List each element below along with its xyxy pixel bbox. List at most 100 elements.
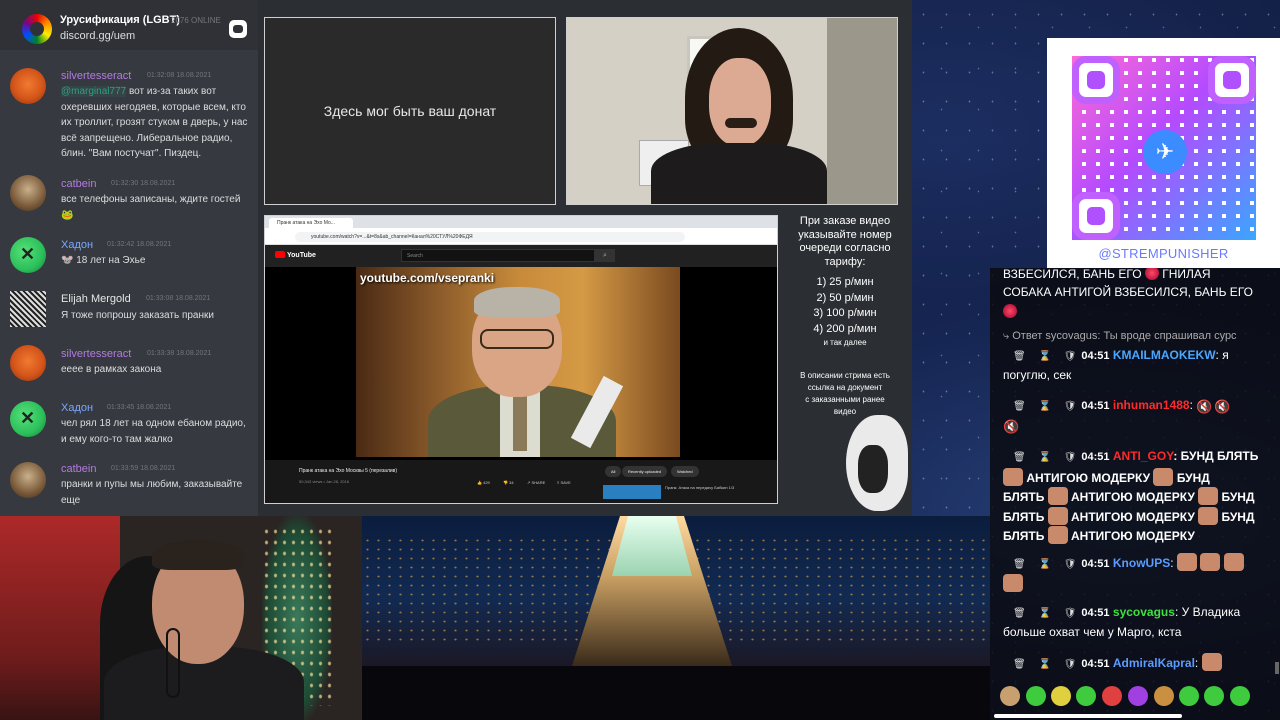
server-name: Урусификация (LGBT) (60, 14, 180, 26)
emote-icon[interactable] (1179, 686, 1199, 706)
face-emote-icon (1198, 487, 1219, 506)
frog-emoji-icon: 🐸 (61, 209, 74, 221)
invite-link[interactable]: discord.gg/uem (60, 30, 135, 42)
video-watermark: youtube.com/vsepranki (360, 271, 495, 285)
message-text: @marginal777 вот из-за таких вот охеревш… (61, 86, 248, 159)
pricing-header-line: При заказе видео (799, 215, 891, 227)
address-bar: youtube.com/watch?v=...&t=8s&ab_channel=… (265, 228, 777, 245)
dislike-button[interactable]: 👎 34 (503, 480, 514, 485)
message-author: silvertesseract (61, 70, 132, 82)
avatar (10, 401, 46, 437)
mod-badges-icon[interactable]: 🗑 ⌛ 🛡 (1013, 449, 1081, 468)
chat-username[interactable]: ANTI_GOY (1113, 449, 1173, 463)
chat-message: 🗑 ⌛ 🛡04:51 ANTI_GOY: БУНД БЛЯТЬ АНТИГОЮ … (1003, 449, 1259, 545)
mute-emote-icon: 🔇 (1214, 399, 1231, 414)
chat-message: 🗑 ⌛ 🛡04:51 sycovagus: У Владика больше о… (1003, 604, 1241, 639)
video-info-bar: Пранк атака на Эхо Москвы 5 (перезалив) … (265, 460, 777, 503)
avatar (10, 291, 46, 327)
video-player[interactable]: youtube.com/vsepranki (265, 267, 777, 460)
next-video-thumbnail[interactable] (603, 485, 661, 499)
mod-badges-icon[interactable]: 🗑 ⌛ 🛡 (1013, 604, 1081, 623)
guest-webcam (566, 17, 898, 205)
emote-icon[interactable] (1154, 686, 1174, 706)
chat-message: 🗑 ⌛ 🛡04:51 inhuman1488: 🔇 🔇 🔇 (1003, 397, 1231, 434)
man-glasses (480, 329, 554, 349)
avatar (10, 237, 46, 273)
chat-input[interactable] (994, 714, 1182, 718)
video-frame: youtube.com/vsepranki (356, 267, 680, 457)
message-text: все телефоны записаны, ждите гостей 🐸 (61, 194, 241, 221)
chip-recently-uploaded[interactable]: Recently uploaded (622, 466, 668, 477)
mod-badges-icon[interactable]: 🗑 ⌛ 🛡 (1013, 655, 1081, 674)
door (827, 18, 897, 204)
emote-icon[interactable] (1000, 686, 1020, 706)
chat-username[interactable]: AdmiralKapral (1113, 656, 1195, 670)
chat-line (1003, 303, 1273, 322)
chip-watched[interactable]: Watched (671, 466, 699, 477)
browser-tab-bar: Пранк атака на Эхо Мо... (265, 216, 777, 228)
chat-username[interactable]: KMAILMAOKEKW (1113, 348, 1216, 362)
telegram-icon: ✈ (1143, 130, 1187, 174)
emote-icon[interactable] (1051, 686, 1071, 706)
price-row: 1) 25 р/мин (816, 276, 874, 288)
streamer-webcam (0, 516, 362, 720)
price-row: 2) 50 р/мин (816, 291, 874, 304)
message-author: Хадон (61, 402, 94, 414)
like-button[interactable]: 👍 429 (477, 480, 490, 485)
qr-handle: @STREMPUNISHER (1098, 246, 1229, 261)
pricing-description: В описании стрима есть ссылка на докумен… (800, 371, 890, 416)
message-author: Elijah Mergold (61, 293, 131, 305)
mod-badges-icon[interactable]: 🗑 ⌛ 🛡 (1013, 555, 1081, 574)
message-author: silvertesseract (61, 348, 132, 360)
headset-cable (166, 628, 180, 698)
man-tie (513, 391, 527, 451)
message-text: ееее в рамках закона (61, 364, 162, 375)
stream-overlay: Урусификация (LGBT) 2076 ONLINE discord.… (0, 0, 1280, 720)
browser-tab[interactable]: Пранк атака на Эхо Мо... (269, 218, 353, 228)
chat-username[interactable]: sycovagus (1113, 605, 1175, 619)
save-button[interactable]: ≡ SAVE (557, 480, 571, 485)
next-video-title[interactable]: Пранк: Атака на передачу Бабкин 1/3 (665, 485, 739, 491)
chat-username[interactable]: KnowUPS (1113, 556, 1170, 570)
mod-badges-icon[interactable]: 🗑 ⌛ 🛡 (1013, 397, 1081, 416)
pricing-header-line: тарифу: (824, 255, 866, 268)
emote-icon[interactable] (1102, 686, 1122, 706)
url-field[interactable]: youtube.com/watch?v=...&t=8s&ab_channel=… (295, 232, 685, 242)
chip-all[interactable]: All (605, 466, 622, 477)
chat-scrollbar[interactable] (1275, 662, 1279, 674)
avatar (10, 175, 46, 211)
message-timestamp: 01:32:42 18.08.2021 (107, 241, 172, 248)
discord-header: Урусификация (LGBT) 2076 ONLINE discord.… (0, 0, 258, 50)
man-hair (474, 287, 560, 317)
emote-icon[interactable] (1230, 686, 1250, 706)
emoji-icon: 🐭 (61, 255, 74, 266)
face-emote-icon (1176, 553, 1197, 571)
face-emote-icon (1198, 506, 1219, 525)
search-icon[interactable]: ⌕ (595, 249, 615, 262)
emote-icon[interactable] (1204, 686, 1224, 706)
message-timestamp: 01:33:59 18.08.2021 (111, 465, 176, 472)
user-mention[interactable]: @marginal777 (61, 86, 127, 97)
qr-finder (1072, 56, 1120, 104)
message-timestamp: 01:33:38 18.08.2021 (147, 350, 212, 357)
emote-icon[interactable] (1026, 686, 1046, 706)
message-timestamp: 01:33:08 18.08.2021 (146, 295, 211, 302)
red-emote-icon (1144, 268, 1159, 280)
guest-face (709, 58, 771, 146)
message-author: catbein (61, 463, 97, 475)
mod-badges-icon[interactable]: 🗑 ⌛ 🛡 (1013, 347, 1081, 366)
video-title: Пранк атака на Эхо Москвы 5 (перезалив) (299, 468, 397, 474)
qr-code-box[interactable]: ✈ @STREMPUNISHER (1047, 38, 1280, 268)
chat-username[interactable]: inhuman1488 (1113, 398, 1190, 412)
avatar (10, 68, 46, 104)
emote-icon[interactable] (1076, 686, 1096, 706)
bearded-head-logo-icon (846, 415, 908, 511)
emote-icon[interactable] (1128, 686, 1148, 706)
message-text: Я тоже попрошу заказать пранки (61, 310, 214, 321)
mute-emote-icon: 🔇 (1196, 399, 1213, 414)
share-button[interactable]: ↗ SHARE (527, 480, 545, 485)
youtube-logo[interactable]: YouTube (275, 251, 316, 259)
search-input[interactable]: Search (401, 249, 595, 262)
browser-video-window: Пранк атака на Эхо Мо... youtube.com/wat… (264, 215, 778, 504)
city-night-background (362, 516, 990, 720)
